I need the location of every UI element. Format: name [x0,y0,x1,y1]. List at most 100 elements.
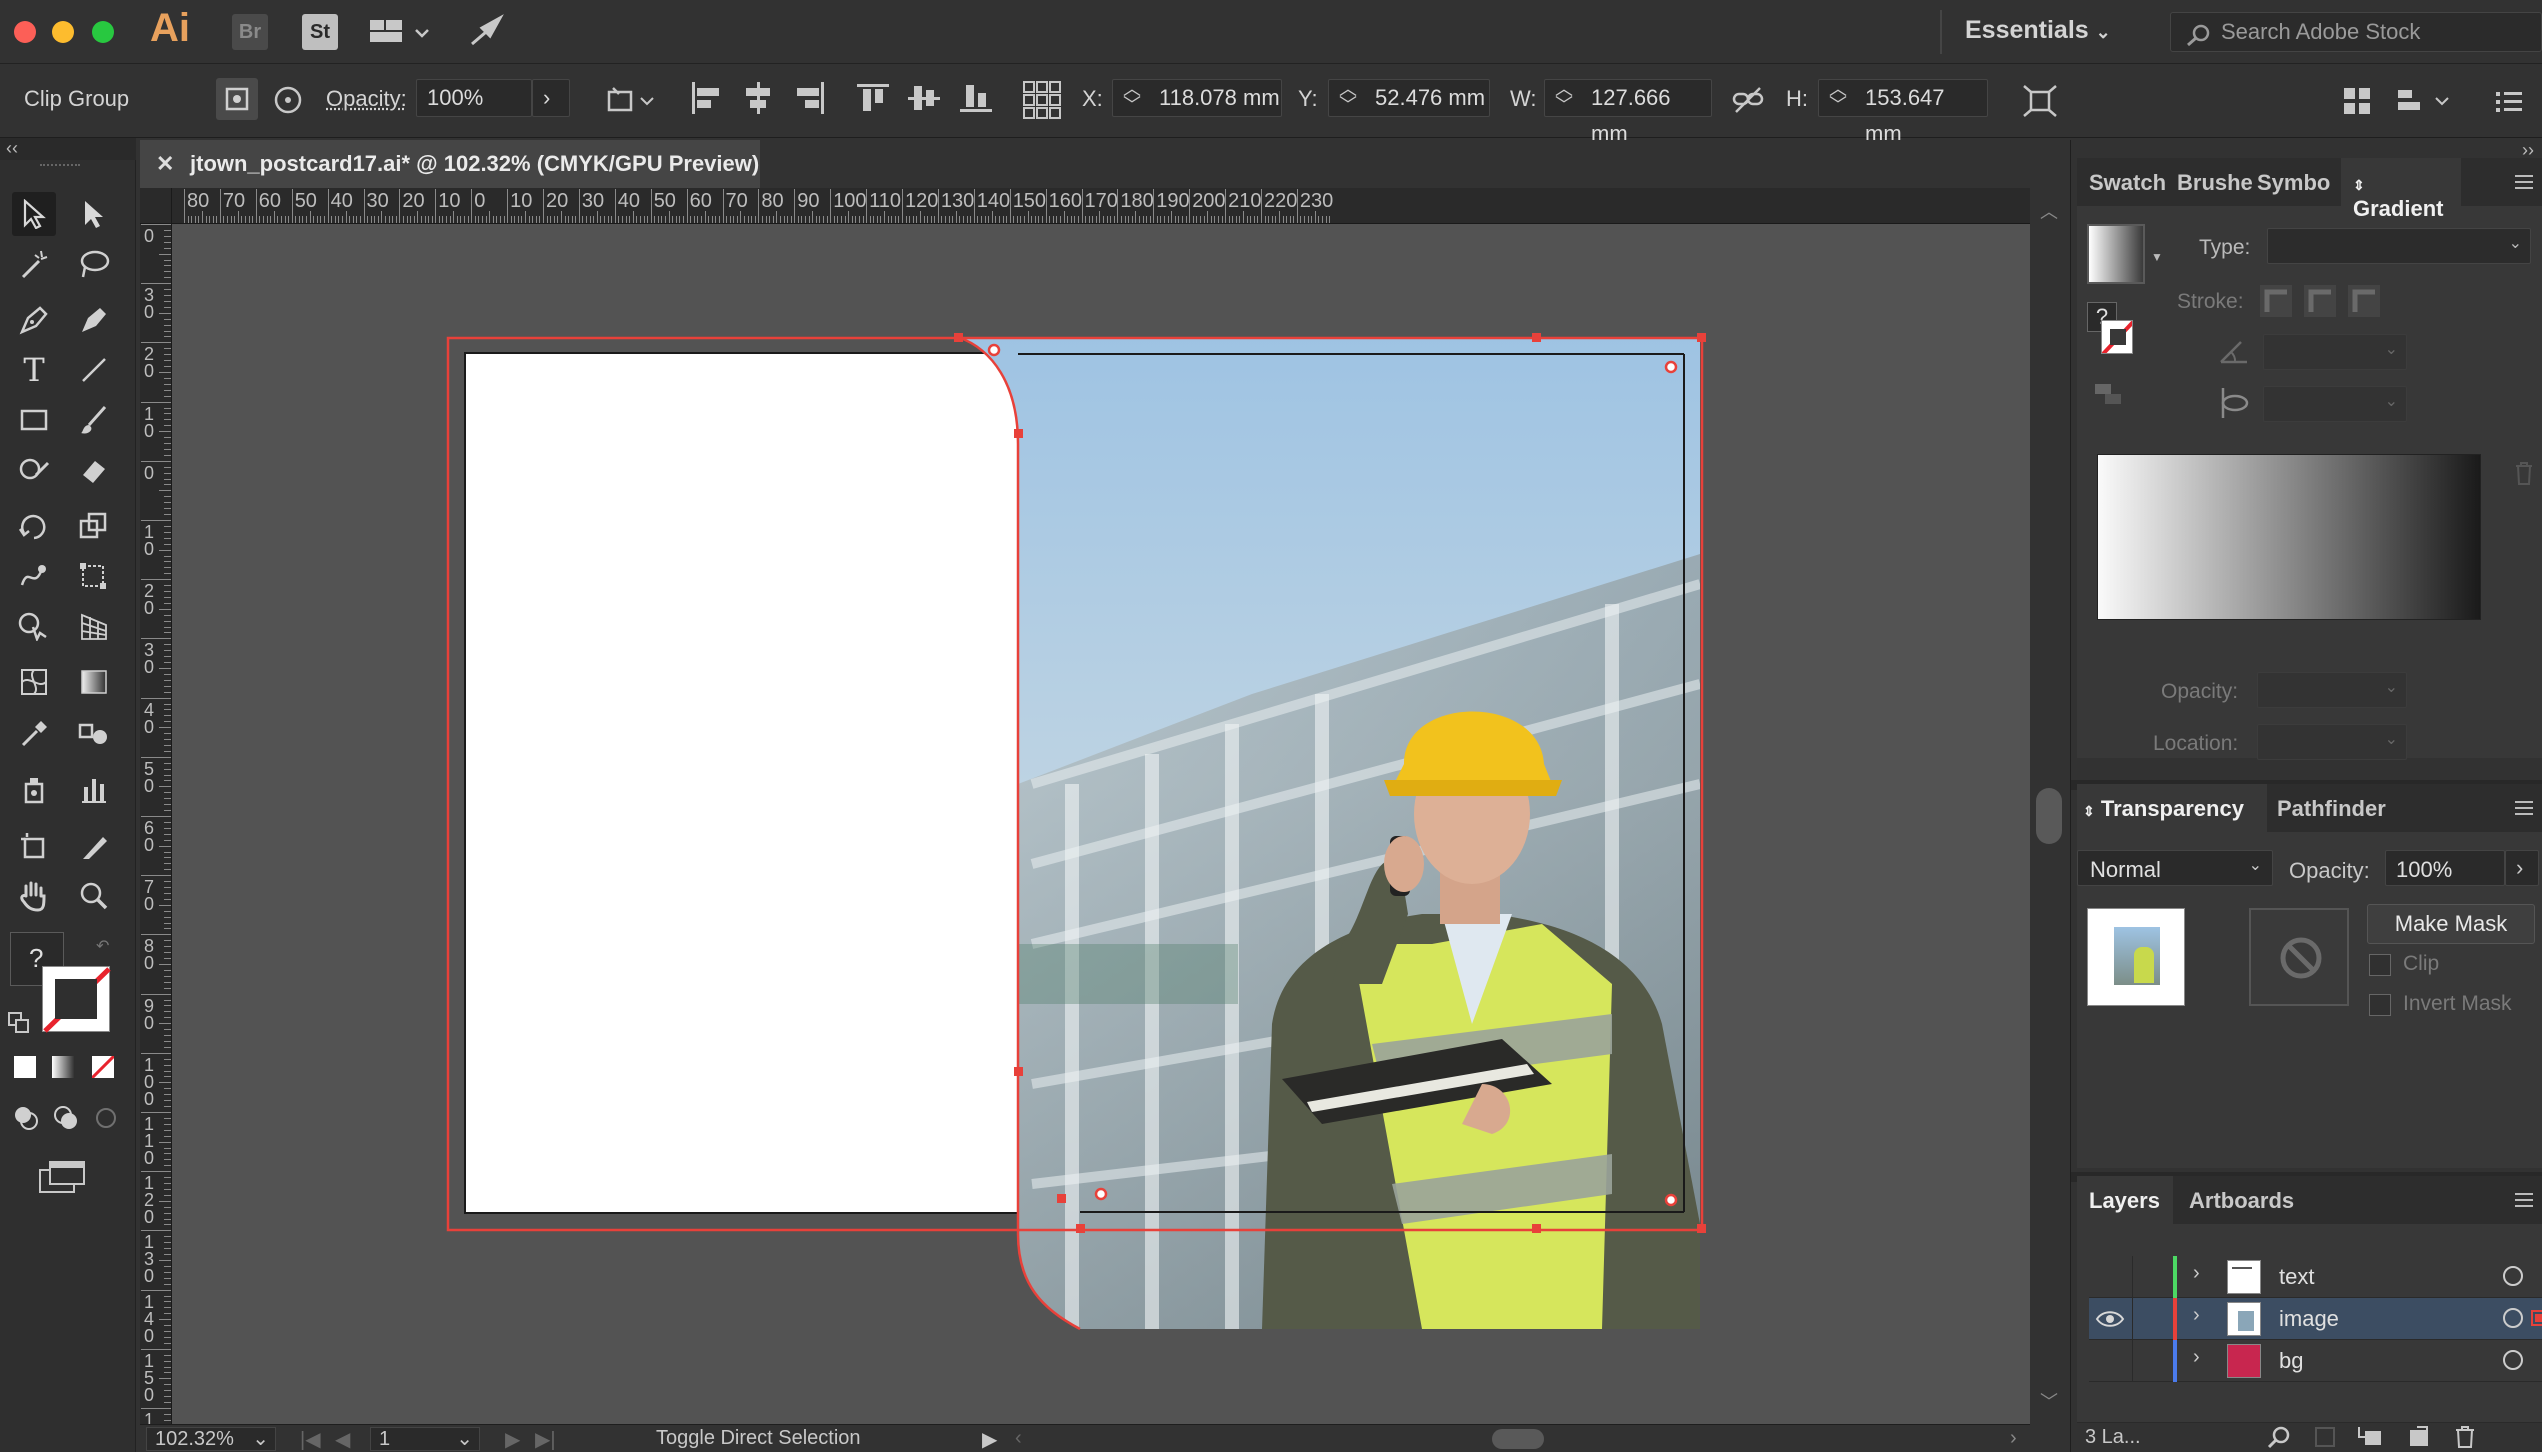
slice-tool-icon[interactable] [72,824,116,868]
draw-normal-icon[interactable] [12,1104,40,1137]
transform-each-icon[interactable] [2022,84,2058,123]
x-field[interactable]: ︿ ﹀ 118.078 mm [1112,79,1282,117]
rectangle-tool-icon[interactable] [12,398,56,442]
line-segment-tool-icon[interactable] [72,348,116,392]
invert-mask-checkbox[interactable] [2369,994,2391,1016]
align-top-icon[interactable] [855,80,891,121]
previous-artboard-icon[interactable]: ◀ [335,1427,350,1452]
angle-dropdown[interactable]: ⌄ [2263,334,2407,370]
gradient-location-dropdown[interactable]: ⌄ [2257,724,2407,760]
tab-brushes[interactable]: Brushe [2177,170,2253,196]
gradient-mode-button[interactable] [52,1056,74,1078]
ruler-origin[interactable] [140,188,172,224]
scale-tool-icon[interactable] [72,504,116,548]
magic-wand-tool-icon[interactable] [12,242,56,286]
column-graph-tool-icon[interactable] [72,768,116,812]
new-sublayer-icon[interactable] [2357,1425,2385,1452]
transform-grid-icon[interactable] [1022,80,1062,125]
shape-options-icon[interactable] [605,86,661,121]
arrange-documents-icon[interactable] [370,18,434,51]
tab-pathfinder[interactable]: Pathfinder [2277,796,2386,822]
scroll-up-icon[interactable]: ︿ [2040,198,2058,224]
h-field[interactable]: ︿ ﹀ 153.647 mm [1818,79,1988,146]
tab-symbols[interactable]: Symbo [2257,170,2330,196]
selection-indicator[interactable] [2531,1310,2542,1326]
mask-thumbnail[interactable] [2249,908,2349,1006]
stroke-across-icon[interactable] [2347,284,2381,323]
draw-behind-icon[interactable] [52,1104,80,1137]
w-stepper-icon[interactable]: ︿ ﹀ [1555,80,1573,114]
stroke-along-icon[interactable] [2303,284,2337,323]
chevron-down-icon[interactable]: ▼ [2151,250,2163,264]
collapse-toolbar-icon[interactable]: ‹‹ [0,138,136,160]
mesh-tool-icon[interactable] [12,660,56,704]
opacity-field[interactable]: 100% [416,79,532,117]
isolate-icon[interactable] [2396,86,2456,121]
zoom-field[interactable]: 102.32% ⌄ [146,1427,276,1451]
control-bar-menu-icon[interactable] [2494,86,2524,121]
free-transform-tool-icon[interactable] [72,554,116,598]
gradient-tool-icon[interactable] [72,660,116,704]
reference-point-icon[interactable] [272,84,304,121]
close-window-button[interactable] [14,21,36,43]
vertical-scrollbar[interactable]: ︿ ﹀ [2030,188,2070,1424]
make-clipping-mask-icon[interactable] [2313,1425,2337,1452]
clip-checkbox[interactable] [2369,954,2391,976]
transparency-opacity-expand[interactable]: › [2505,850,2539,886]
locate-object-icon[interactable] [2267,1425,2291,1452]
tab-artboards[interactable]: Artboards [2189,1188,2294,1214]
lasso-tool-icon[interactable] [72,242,116,286]
chevron-right-icon[interactable]: › [2193,1346,2200,1369]
layer-row-text[interactable]: › text [2089,1256,2542,1298]
document-tab[interactable]: ✕ jtown_postcard17.ai* @ 102.32% (CMYK/G… [140,140,760,188]
tab-swatches[interactable]: Swatch [2089,170,2166,196]
gradient-opacity-dropdown[interactable]: ⌄ [2257,672,2407,708]
scroll-right-icon[interactable]: › [2010,1427,2017,1450]
align-left-icon[interactable] [688,80,724,121]
panel-menu-icon[interactable] [2513,1190,2535,1215]
align-bottom-icon[interactable] [958,80,994,121]
stroke-within-icon[interactable] [2259,284,2293,323]
stroke-swatch[interactable] [42,966,111,1033]
h-stepper-icon[interactable]: ︿ ﹀ [1829,80,1847,114]
tab-transparency[interactable]: ⇕ Transparency [2077,784,2267,832]
tab-layers[interactable]: Layers [2077,1176,2173,1224]
curvature-tool-icon[interactable] [72,298,116,342]
chevron-right-icon[interactable]: › [2193,1262,2200,1285]
horizontal-scroll-thumb[interactable] [1492,1429,1544,1449]
transparency-opacity-field[interactable]: 100% [2385,850,2505,886]
w-field[interactable]: ︿ ﹀ 127.666 mm [1544,79,1712,146]
delete-stop-icon[interactable] [2513,460,2535,491]
align-middle-icon[interactable] [906,80,942,121]
gradient-preview-swatch[interactable] [2087,224,2145,284]
recolor-artwork-button[interactable] [216,78,258,120]
gradient-slider[interactable] [2097,454,2481,620]
opacity-label[interactable]: Opacity: [326,86,407,112]
eyedropper-tool-icon[interactable] [12,712,56,756]
rotate-tool-icon[interactable] [12,504,56,548]
screen-mode-icon[interactable] [38,1160,88,1201]
artboard-tool-icon[interactable] [12,824,56,868]
canvas[interactable] [172,224,2030,1424]
close-tab-icon[interactable]: ✕ [156,140,174,188]
shape-builder-tool-icon[interactable] [12,604,56,648]
warp-tool-icon[interactable] [12,554,56,598]
make-mask-button[interactable]: Make Mask [2367,904,2535,944]
pen-tool-icon[interactable] [12,298,56,342]
shaper-tool-icon[interactable] [12,448,56,492]
delete-layer-icon[interactable] [2453,1425,2477,1452]
visibility-toggle[interactable] [2089,1340,2133,1382]
next-artboard-icon[interactable]: ▶ [505,1427,520,1452]
hand-tool-icon[interactable] [12,874,56,918]
color-mode-button[interactable] [14,1056,36,1078]
visibility-toggle[interactable] [2089,1256,2133,1298]
chevron-right-icon[interactable]: › [2193,1304,2200,1327]
zoom-window-button[interactable] [92,21,114,43]
symbol-sprayer-tool-icon[interactable] [12,768,56,812]
perspective-grid-tool-icon[interactable] [72,604,116,648]
bridge-button[interactable]: Br [232,14,268,50]
target-icon[interactable] [2503,1266,2523,1286]
toolbar-grip[interactable] [40,164,80,170]
workspace-switcher[interactable]: Essentials ⌄ [1965,16,2111,45]
target-icon[interactable] [2503,1308,2523,1328]
